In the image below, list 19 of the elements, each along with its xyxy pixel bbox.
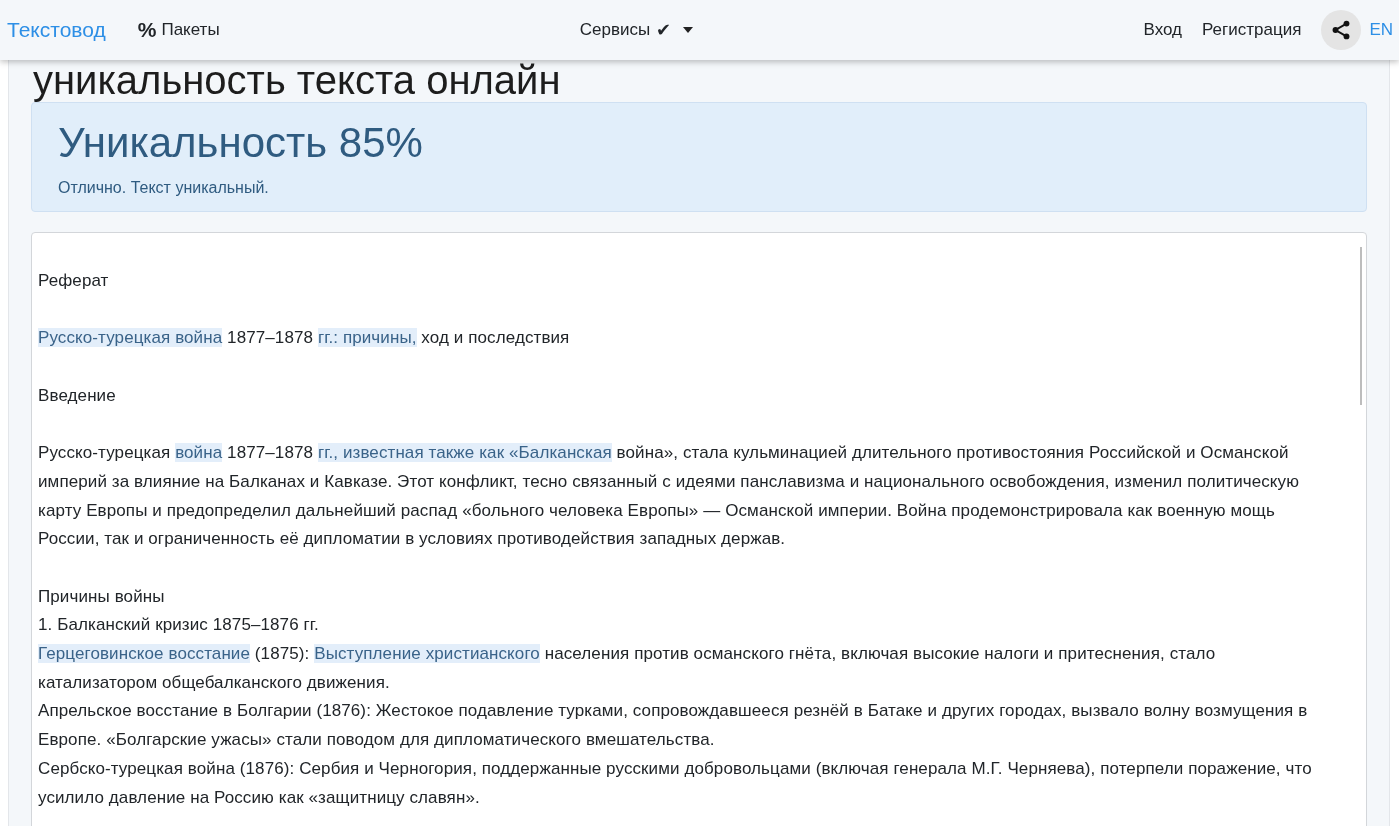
text-paragraph: Герцеговинское восстание (1875): Выступление христианского населения против османского гнёта, включая высокие налоги и притеснения, стало катализатором общебалканского движения. bbox=[38, 643, 1217, 694]
register-link[interactable]: Регистрация bbox=[1202, 20, 1302, 40]
services-dropdown[interactable]: Сервисы ✔ bbox=[579, 19, 694, 41]
uniqueness-message: Отлично. Текст уникальный. bbox=[58, 179, 270, 197]
text-paragraph: Введение bbox=[38, 384, 117, 407]
packages-link[interactable]: % Пакеты bbox=[137, 18, 220, 42]
text-paragraph: Сербско-турецкая война (1876): Сербия и Черногория, поддержанные русскими добровольцами (включая генерала М.Г. Черняева), потерпели поражение, что усилило давление на Россию как «защитницу славян». bbox=[38, 757, 1313, 809]
text-paragraph: 1. Балканский кризис 1875–1876 гг. bbox=[38, 614, 320, 637]
text-paragraph: Русско-турецкая война 1877–1878 гг., известная также как «Балканская война», стала кульминацией длительного противостояния Российской и Османской империй за влияние на Балканах и Кавказе. Этот конфликт, тесно связанный с идеями панславизма и национального освобождения, изменил политическую карту Европы и предопределил дальнейший распад «больного человека Европы» — Османской империи. Война продемонстрировала как военную мощь России, так и ограниченность её дипломатии в условиях противодействия западных держав. bbox=[38, 442, 1301, 551]
page-heading: уникальность текста онлайн bbox=[33, 58, 562, 102]
text-paragraph: Русско-турецкая война 1877–1878 гг.: причины, ход и последствия bbox=[38, 327, 571, 350]
login-link[interactable]: Вход bbox=[1143, 20, 1182, 40]
uniqueness-title: Уникальность 85% bbox=[58, 118, 424, 168]
text-paragraph: Реферат bbox=[38, 270, 110, 292]
text-paragraph: Апрельское восстание в Болгарии (1876): Жестокое подавление турками, сопровождавшееся резнёй в Батаке и других городах, вызвало волну возмущения в Европе. «Болгарские ужасы» стали поводом для дипломатического вмешательства. bbox=[38, 700, 1309, 752]
scrollbar[interactable] bbox=[1360, 247, 1362, 405]
share-button[interactable] bbox=[1321, 10, 1362, 50]
text-paragraph: Причины войны bbox=[38, 585, 166, 608]
caret-icon bbox=[683, 27, 694, 33]
